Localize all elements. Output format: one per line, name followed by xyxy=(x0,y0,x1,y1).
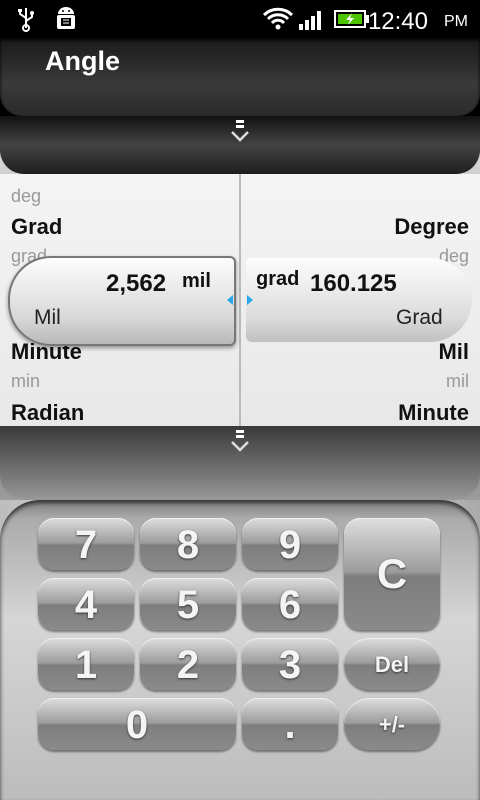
from-unit-abbr: mil xyxy=(182,270,211,292)
from-unit-name: Mil xyxy=(34,306,61,329)
status-time: 12:40 xyxy=(367,8,428,35)
right-list-item[interactable]: Degree xyxy=(394,214,469,240)
right-list-item[interactable]: Minute xyxy=(398,400,469,426)
to-value: 160.125 xyxy=(310,270,397,297)
usb-icon xyxy=(18,8,34,32)
picker-drawer-handle-bar[interactable] xyxy=(0,116,480,174)
to-unit-selector[interactable]: grad 160.125 Grad xyxy=(246,258,472,342)
to-unit-name: Grad xyxy=(396,306,443,329)
swap-arrows-icon[interactable] xyxy=(225,294,255,306)
from-value: 2,562 xyxy=(106,270,167,297)
keypad-drawer-handle-bar[interactable] xyxy=(0,426,480,500)
key-5-button[interactable]: 5 xyxy=(140,578,236,630)
key-7-button[interactable]: 7 xyxy=(38,518,134,570)
android-debug-icon xyxy=(57,7,75,29)
left-list-item[interactable]: Radian xyxy=(11,400,84,426)
battery-charging-icon xyxy=(334,10,369,28)
key-2-button[interactable]: 2 xyxy=(140,638,236,690)
left-list-item[interactable]: deg xyxy=(11,186,41,207)
drawer-down-arrow-icon[interactable] xyxy=(227,118,253,148)
delete-button[interactable]: Del xyxy=(344,638,440,690)
status-bar: 12:40 PM xyxy=(0,0,480,38)
key-1-button[interactable]: 1 xyxy=(38,638,134,690)
status-ampm: PM xyxy=(444,13,468,30)
unit-picker[interactable]: deg Grad grad Minute min Radian Degree d… xyxy=(0,174,480,426)
signal-icon xyxy=(299,11,321,30)
key-4-button[interactable]: 4 xyxy=(38,578,134,630)
left-list-item[interactable]: min xyxy=(11,371,40,392)
page-title: Angle xyxy=(45,46,121,76)
key-0-button[interactable]: 0 xyxy=(38,698,236,750)
key-6-button[interactable]: 6 xyxy=(242,578,338,630)
to-unit-abbr: grad xyxy=(256,268,300,290)
wifi-icon xyxy=(262,7,294,30)
drawer-down-arrow-icon[interactable] xyxy=(227,428,253,458)
decimal-point-button[interactable]: . xyxy=(242,698,338,750)
left-list-item[interactable]: Grad xyxy=(11,214,62,240)
from-unit-selector[interactable]: 2,562 mil Mil xyxy=(8,256,236,346)
key-8-button[interactable]: 8 xyxy=(140,518,236,570)
keypad: 7 8 9 C 4 5 6 1 2 3 Del 0 . +/- xyxy=(0,500,480,800)
plus-minus-button[interactable]: +/- xyxy=(344,698,440,750)
clear-button[interactable]: C xyxy=(344,518,440,630)
right-list-item[interactable]: Mil xyxy=(438,339,469,365)
title-bar: Angle xyxy=(0,38,480,116)
right-list-item[interactable]: mil xyxy=(446,371,469,392)
key-3-button[interactable]: 3 xyxy=(242,638,338,690)
key-9-button[interactable]: 9 xyxy=(242,518,338,570)
